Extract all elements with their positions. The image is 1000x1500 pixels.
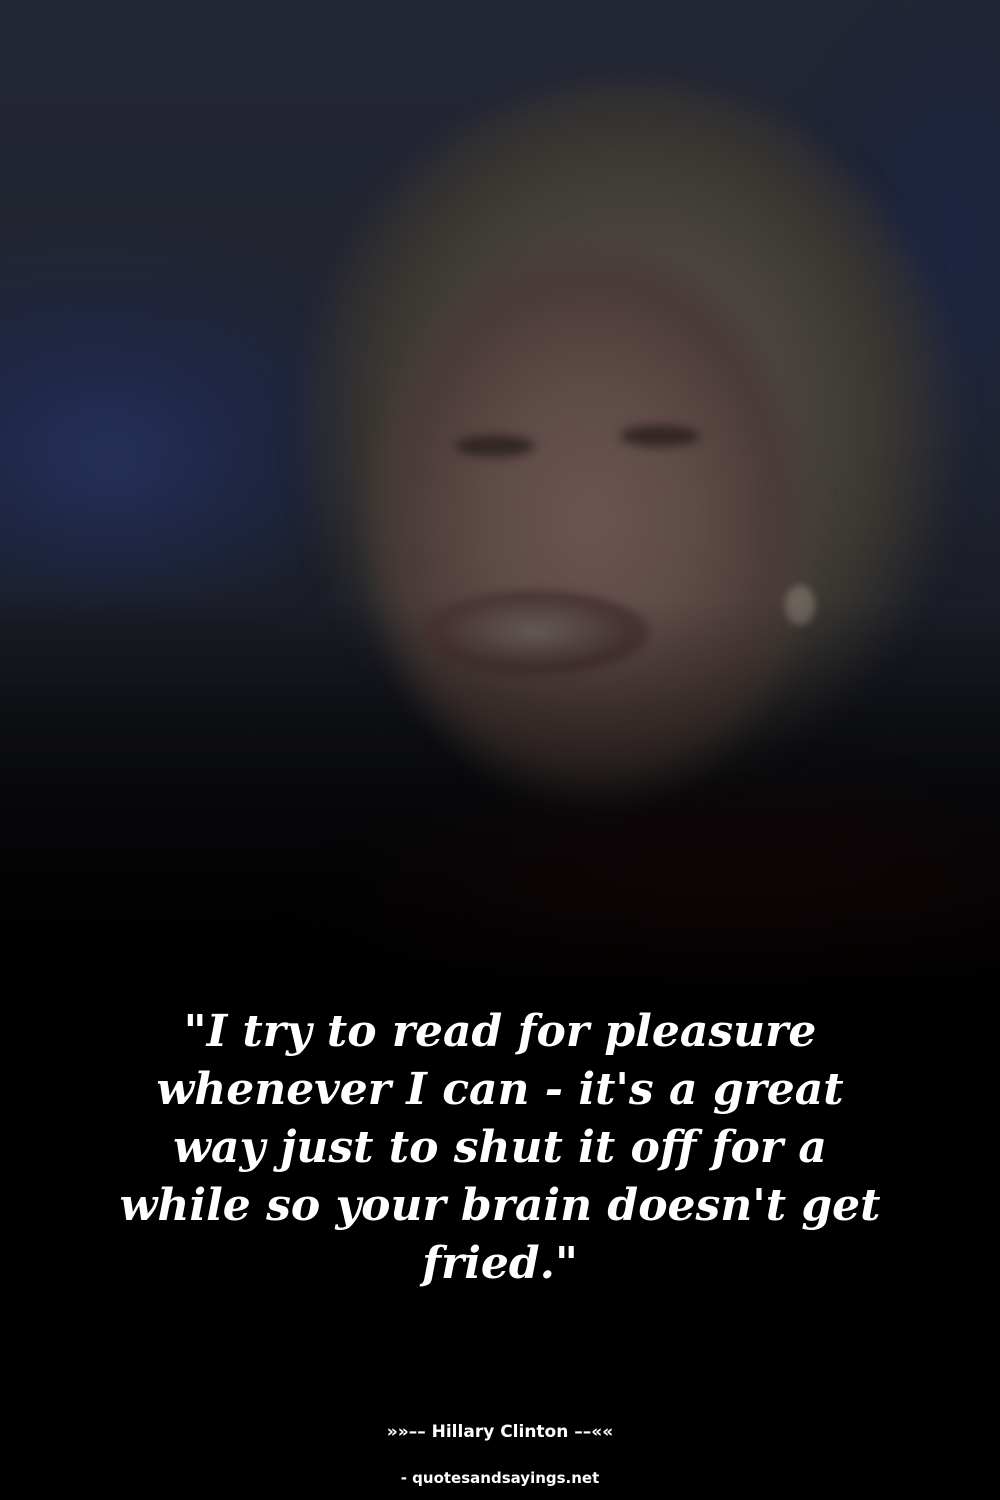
portrait-eye-left (455, 435, 535, 457)
source-credit: - quotesandsayings.net (400, 1469, 600, 1487)
quote-author: »»–– Hillary Clinton ––«« (386, 1422, 614, 1442)
portrait-photo (0, 0, 1000, 1000)
quote-text: "I try to read for pleasure whenever I c… (119, 1006, 881, 1289)
background-blur-left (0, 330, 300, 590)
photo-fade-overlay (0, 600, 1000, 1000)
quote-card: "I try to read for pleasure whenever I c… (0, 0, 1000, 1500)
portrait-eye-right (620, 425, 700, 447)
